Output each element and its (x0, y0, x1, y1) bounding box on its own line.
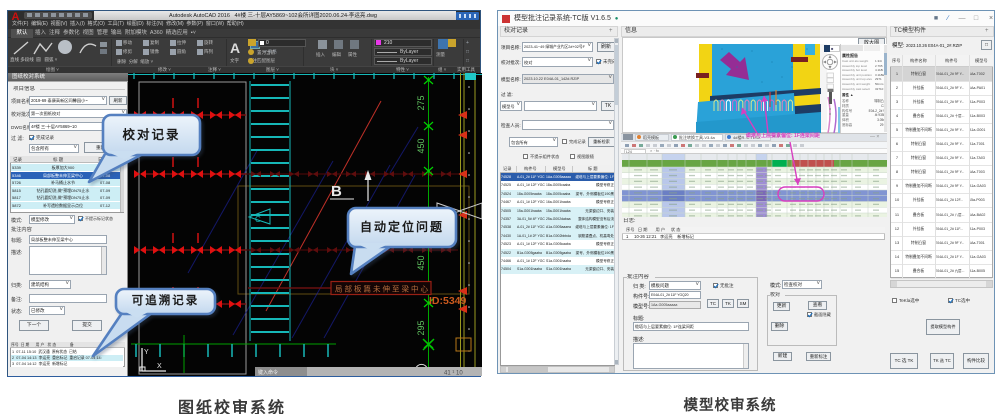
svg-text:B: B (331, 183, 342, 200)
svg-text:ID:5349: ID:5349 (429, 295, 467, 307)
svg-text:C: C (255, 215, 261, 224)
svg-text:41 ¹ 10: 41 ¹ 10 (444, 371, 463, 377)
svg-text:275: 275 (416, 95, 426, 110)
svg-text:局部板篇未伸至梁中心: 局部板篇未伸至梁中心 (335, 284, 430, 294)
svg-text:450: 450 (416, 138, 426, 153)
svg-text:295: 295 (416, 320, 426, 335)
svg-text:X: X (157, 363, 162, 370)
svg-text:键入命令: 键入命令 (258, 369, 278, 376)
